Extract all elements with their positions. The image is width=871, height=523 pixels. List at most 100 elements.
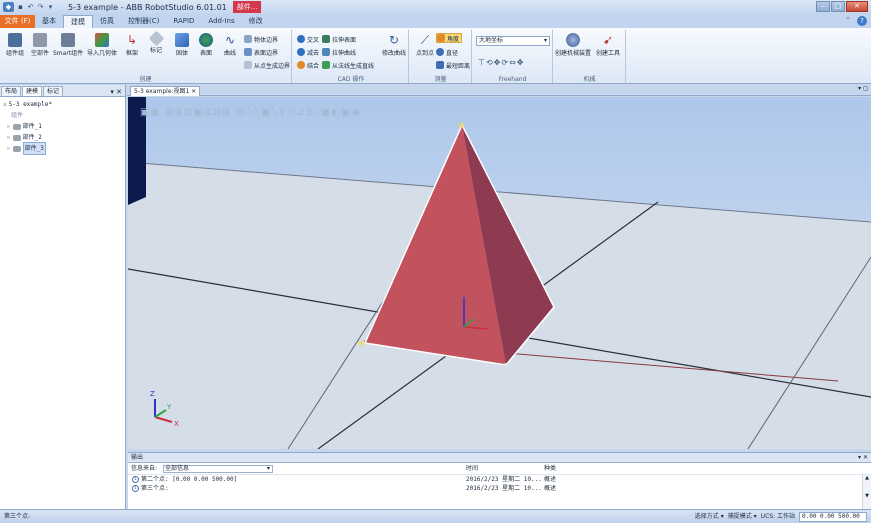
panel-close-icon[interactable]: ▾ ✕ — [110, 88, 122, 96]
group-freehand-label: Freehand — [498, 76, 527, 83]
tree-item-part-3[interactable]: ▹ 部件_3 — [3, 142, 122, 155]
tree-item-part-1[interactable]: ▹ 部件_1 — [3, 121, 122, 132]
tag-button[interactable]: 标记 — [142, 30, 170, 54]
tab-tags[interactable]: 标记 — [43, 86, 64, 96]
tab-modeling-browser[interactable]: 建模 — [22, 86, 43, 96]
modify-curve-button[interactable]: ↻ 修改曲线 — [380, 33, 408, 57]
boundary-from-points-icon — [244, 61, 252, 69]
save-icon[interactable]: ▪ — [17, 2, 24, 12]
panel-close-icon[interactable]: ▾ ✕ — [858, 453, 868, 463]
help-icon[interactable]: ? — [857, 16, 867, 26]
tab-simulation[interactable]: 仿真 — [93, 15, 121, 28]
status-bar: 第三个点: 选择方式 ▾ 捕捉模式 ▾ UCS: 工作站 0.00 0.00 5… — [0, 509, 871, 523]
intersect-button[interactable]: 交叉 — [297, 34, 319, 44]
diameter-icon — [436, 48, 444, 56]
app-icon[interactable]: ◆ — [3, 2, 14, 12]
min-distance-icon — [436, 61, 444, 69]
angle-button[interactable]: 角度 — [436, 33, 463, 43]
quick-access-dropdown-icon[interactable]: ▾ — [47, 2, 54, 12]
reference-frame-select[interactable]: 大地坐标 — [476, 36, 550, 46]
body-boundary-button[interactable]: 物体边界 — [244, 34, 278, 44]
extrude-curve-icon — [322, 48, 330, 56]
redo-icon[interactable]: ↷ — [37, 2, 44, 12]
extrude-surface-icon — [322, 35, 330, 43]
column-category[interactable]: 种类 — [544, 463, 556, 475]
extrude-curve-button[interactable]: 拉伸曲线 — [322, 47, 356, 57]
subtract-button[interactable]: 减去 — [297, 47, 319, 57]
expand-icon[interactable]: ▹ — [7, 121, 11, 132]
union-icon — [297, 61, 305, 69]
info-icon: i — [132, 476, 139, 483]
minimize-button[interactable]: – — [816, 1, 830, 12]
file-tab[interactable]: 文件 (F) — [0, 15, 35, 28]
surface-boundary-button[interactable]: 表面边界 — [244, 47, 278, 57]
3d-viewport[interactable]: ✳ ✳ Z X Y ▣▣ ⊠⊠⊠▣⊠⊠⊠ ⊞◇╲▣╲⊽⊙⊿⊻ ⁄▣◐▣◉ — [128, 97, 871, 449]
undo-icon[interactable]: ↶ — [27, 2, 34, 12]
output-row[interactable]: i 第二个点: [0.00 0.00 500.00] 2016/2/23 星期二… — [128, 475, 871, 484]
tab-rapid[interactable]: RAPID — [166, 15, 201, 28]
curve-button[interactable]: ∿ 曲线 — [216, 33, 244, 57]
ucs-coordinate-readout: 0.00 0.00 500.00 — [799, 511, 867, 522]
point-to-point-button[interactable]: ⟋ 点到点 — [411, 33, 439, 57]
close-button[interactable]: ✕ — [846, 1, 868, 12]
group-cad-label: CAD 操作 — [337, 76, 365, 83]
column-time[interactable]: 时间 — [466, 463, 478, 475]
group-create-label: 创建 — [139, 76, 152, 83]
triad-z-label: Z — [150, 390, 155, 398]
line-from-normal-icon — [322, 61, 330, 69]
tab-modeling[interactable]: 建模 — [63, 15, 93, 28]
contextual-tab-part[interactable]: 部件... — [232, 1, 262, 13]
close-icon[interactable]: ✕ — [191, 88, 196, 95]
line-from-normal-button[interactable]: 从法线生成直线 — [322, 60, 374, 70]
gear-icon — [566, 33, 580, 47]
output-title: 输出 ▾ ✕ — [128, 453, 871, 463]
boundary-from-points-button[interactable]: 从点生成边界 — [244, 60, 290, 70]
tab-addins[interactable]: Add-Ins — [201, 15, 241, 28]
viewport-toolbar[interactable]: ▣▣ ⊠⊠⊠▣⊠⊠⊠ ⊞◇╲▣╲⊽⊙⊿⊻ ⁄▣◐▣◉ — [140, 107, 361, 118]
object-tree: ♙ 5-3 example* 组件 ▹ 部件_1 ▹ 部件_2 ▹ 部件_3 — [0, 97, 125, 156]
modify-curve-icon: ↻ — [388, 33, 400, 47]
component-group-icon — [8, 33, 22, 47]
empty-part-icon — [33, 33, 47, 47]
diameter-button[interactable]: 直径 — [436, 47, 458, 57]
message-filter-select[interactable]: 全部信息 — [163, 465, 273, 473]
output-header-row: 信息来自: 全部信息 时间 种类 — [128, 463, 871, 475]
tab-layout[interactable]: 布局 — [1, 86, 22, 96]
expand-icon[interactable]: ▹ — [7, 132, 11, 143]
tab-controller[interactable]: 控制器(C) — [121, 15, 166, 28]
selection-mode-button[interactable]: 选择方式 ▾ — [695, 510, 724, 523]
tab-home[interactable]: 基本 — [35, 15, 63, 28]
info-icon: i — [132, 485, 139, 492]
extrude-surface-button[interactable]: 拉伸表面 — [322, 34, 356, 44]
window-title: 5-3 example - ABB RobotStudio 6.01.01 — [68, 2, 227, 12]
expand-icon[interactable]: ▹ — [7, 143, 11, 154]
smart-component-icon — [61, 33, 75, 47]
surface-globe-icon — [199, 33, 213, 47]
tab-view1[interactable]: 5-3 example:视图1 ✕ — [130, 86, 201, 96]
tree-root[interactable]: ♙ 5-3 example* — [3, 99, 122, 110]
smart-component-button[interactable]: Smart组件 — [53, 33, 83, 57]
output-row[interactable]: i 第三个点: 2016/2/23 星期二 10... 概述 — [128, 484, 871, 493]
part-icon — [12, 145, 21, 152]
component-group-button[interactable]: 组件组 — [1, 33, 29, 57]
tab-modify[interactable]: 修改 — [242, 15, 270, 28]
document-window-controls[interactable]: ▾ ◻ — [858, 85, 868, 92]
output-scrollbar[interactable]: ▲ ▼ — [862, 475, 871, 509]
union-button[interactable]: 结合 — [297, 60, 319, 70]
snap-point-marker: ✳ — [357, 339, 365, 350]
min-distance-button[interactable]: 最短距离 — [436, 60, 470, 70]
create-mechanism-button[interactable]: 创建机械装置 — [555, 33, 591, 57]
part-icon — [12, 134, 21, 141]
create-tool-button[interactable]: ➹ 创建工具 — [593, 33, 623, 57]
ribbon-collapse-icon[interactable]: ⌃ — [845, 16, 851, 26]
modeling-browser-panel: 布局 建模 标记 ▾ ✕ ♙ 5-3 example* 组件 ▹ 部件_1 ▹ 部件_… — [0, 85, 126, 509]
maximize-button[interactable]: □ — [831, 1, 845, 12]
import-geometry-button[interactable]: 导入几何体 — [85, 33, 119, 57]
curve-icon: ∿ — [224, 33, 236, 47]
tree-item-part-2[interactable]: ▹ 部件_2 — [3, 132, 122, 143]
body-boundary-icon — [244, 35, 252, 43]
freehand-tool-icons[interactable]: ⊤⟲✥⟳⇔✥ — [478, 58, 524, 67]
empty-part-button[interactable]: 空部件 — [26, 33, 54, 57]
ucs-label: UCS: 工作站 — [760, 513, 795, 520]
snap-mode-button[interactable]: 捕捉模式 ▾ — [728, 510, 757, 523]
